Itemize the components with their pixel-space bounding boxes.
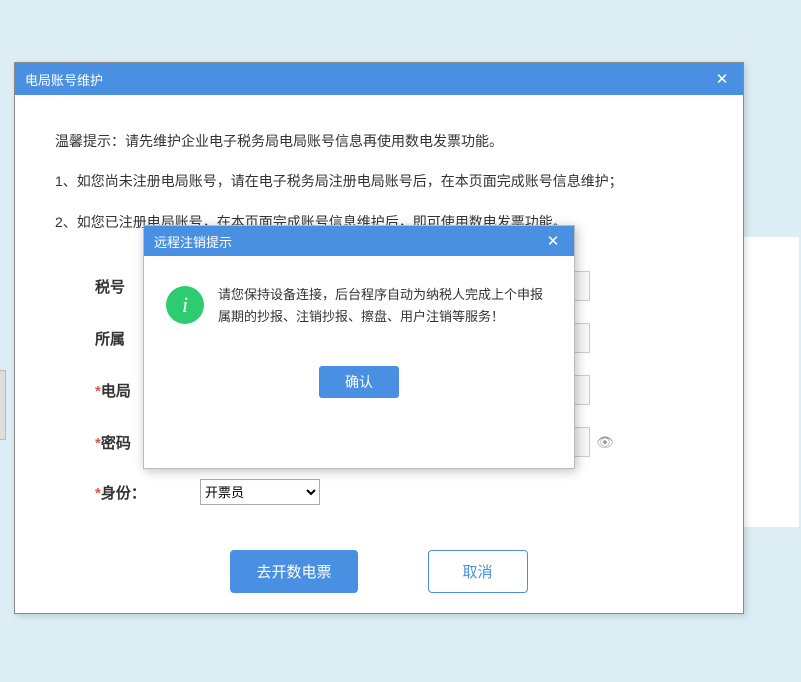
info-icon: i	[166, 286, 204, 324]
tip-header: 温馨提示：请先维护企业电子税务局电局账号信息再使用数电发票功能。	[55, 130, 703, 152]
inner-close-icon[interactable]: ✕	[542, 232, 564, 250]
outer-titlebar: 电局账号维护 ✕	[15, 63, 743, 95]
inner-dialog-title: 远程注销提示	[154, 232, 232, 251]
confirm-button[interactable]: 确认	[319, 366, 399, 398]
outer-button-row: 去开数电票 取消	[55, 550, 703, 593]
row-role: *身份： 开票员	[55, 479, 703, 505]
inner-dialog-body: i 请您保持设备连接，后台程序自动为纳税人完成上个申报属期的抄报、注销抄报、擦盘…	[144, 256, 574, 348]
label-role: *身份：	[55, 482, 200, 503]
inner-titlebar: 远程注销提示 ✕	[144, 226, 574, 256]
cancel-button[interactable]: 取消	[428, 550, 528, 593]
left-tab-stub	[0, 370, 6, 440]
inner-dialog: 远程注销提示 ✕ i 请您保持设备连接，后台程序自动为纳税人完成上个申报属期的抄…	[143, 225, 575, 469]
eye-icon[interactable]: 👁	[596, 434, 614, 451]
inner-button-row: 确认	[144, 366, 574, 398]
outer-close-icon[interactable]: ✕	[711, 70, 733, 88]
outer-dialog-title: 电局账号维护	[25, 70, 103, 89]
tip-line-1: 1、如您尚未注册电局账号，请在电子税务局注册电局账号后，在本页面完成账号信息维护…	[55, 170, 703, 192]
select-role[interactable]: 开票员	[200, 479, 320, 505]
go-invoice-button[interactable]: 去开数电票	[230, 550, 357, 593]
inner-message: 请您保持设备连接，后台程序自动为纳税人完成上个申报属期的抄报、注销抄报、擦盘、用…	[218, 284, 552, 328]
